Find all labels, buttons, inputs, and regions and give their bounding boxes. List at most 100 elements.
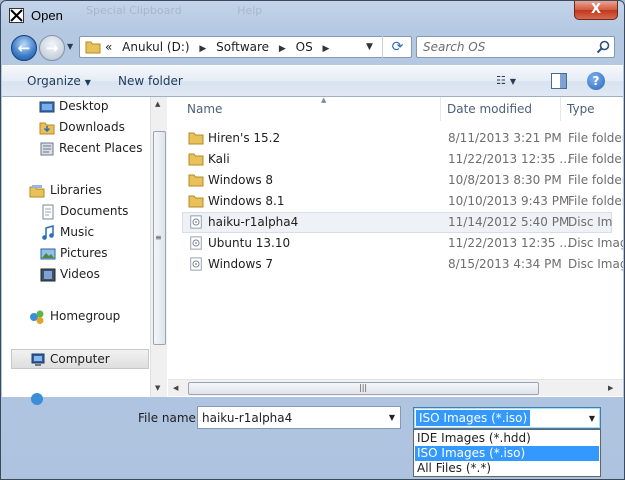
file-name-combobox[interactable]: ▼ (197, 406, 401, 429)
disc-image-icon (190, 257, 202, 271)
scroll-up-icon[interactable]: ▲ (155, 100, 160, 108)
preview-pane-icon[interactable] (551, 73, 567, 89)
recent-locations-chevron-icon[interactable]: ▼ (67, 42, 73, 51)
column-header-name[interactable]: Name ▲ (181, 96, 441, 121)
chevron-right-icon[interactable]: ▶ (199, 44, 206, 54)
sidebar-item-desktop[interactable]: Desktop (2, 97, 149, 117)
sidebar-item-documents[interactable]: Documents (2, 202, 149, 222)
chevron-down-icon[interactable]: ▼ (389, 413, 395, 422)
back-button[interactable]: ← (11, 35, 37, 61)
scroll-down-icon[interactable]: ▼ (155, 384, 160, 392)
sidebar-item-recent-places[interactable]: Recent Places (2, 139, 149, 159)
sidebar-item-label: Homegroup (50, 309, 121, 323)
file-row[interactable]: haiku-r1alpha4 11/14/2012 5:40 PM Disc I… (182, 212, 612, 233)
search-input[interactable] (423, 40, 593, 54)
sidebar-item-label: Videos (60, 267, 100, 281)
file-date: 8/11/2013 3:21 PM (448, 131, 562, 145)
file-date: 11/22/2013 12:35 ... (448, 152, 571, 166)
recent-places-icon (40, 142, 54, 156)
title-bar[interactable]: Open Special Clipboard Help X (1, 1, 624, 31)
background-menu: Special Clipboard Help (86, 4, 314, 17)
search-box[interactable] (416, 36, 615, 58)
file-row[interactable]: Kali 11/22/2013 12:35 ... File folder (168, 149, 623, 170)
chevron-right-icon[interactable]: ▶ (323, 44, 330, 54)
file-row[interactable]: Windows 8 10/8/2013 8:30 PM File folder (168, 170, 623, 191)
file-date: 10/8/2013 8:30 PM (448, 173, 562, 187)
file-row[interactable]: Hiren's 15.2 8/11/2013 3:21 PM File fold… (168, 128, 623, 149)
new-folder-button[interactable]: New folder (118, 74, 183, 88)
sidebar-item-downloads[interactable]: Downloads (2, 118, 149, 138)
ghost-menu-item: Special Clipboard (86, 4, 182, 17)
file-date: 8/15/2013 4:34 PM (448, 257, 562, 271)
desktop-icon (39, 101, 55, 113)
column-header-type[interactable]: Type (561, 97, 623, 121)
sidebar-item-label: Computer (50, 352, 110, 366)
view-details-icon: ☷ (496, 74, 506, 87)
help-icon[interactable]: ? (587, 72, 605, 90)
pictures-icon (40, 248, 56, 260)
sidebar-item-computer[interactable]: Computer (11, 349, 149, 369)
file-name: haiku-r1alpha4 (208, 215, 299, 229)
grip-icon: ≡ (155, 233, 162, 242)
file-name: Windows 8.1 (208, 194, 285, 208)
chevron-right-icon[interactable]: ▶ (279, 44, 286, 54)
sidebar-item-videos[interactable]: Videos (2, 265, 149, 285)
breadcrumb: « Anukul (D:) ▶ Software ▶ OS ▶ (105, 40, 335, 54)
file-row[interactable]: Windows 8.1 10/10/2013 9:43 PM File fold… (168, 191, 623, 212)
file-row[interactable]: Ubuntu 13.10 11/22/2013 12:35 ... Disc I… (168, 233, 623, 254)
sidebar-item-label: Pictures (60, 246, 108, 260)
chevron-down-icon: ▼ (84, 78, 91, 87)
homegroup-icon (30, 310, 44, 324)
file-row[interactable]: Windows 7 8/15/2013 4:34 PM Disc Image F… (168, 254, 623, 275)
file-date: 11/14/2012 5:40 PM (448, 215, 570, 229)
file-name-label: File name: (138, 411, 200, 425)
folder-icon (188, 132, 204, 145)
file-type: File folder (568, 152, 623, 166)
file-list: Name ▲ Date modified Type Hiren's 15.2 8… (168, 96, 623, 397)
file-type: File folder (568, 194, 623, 208)
organize-button[interactable]: Organize ▼ (27, 74, 91, 88)
file-name: Hiren's 15.2 (208, 131, 281, 145)
sidebar-item-label: Libraries (50, 183, 102, 197)
column-label: Name (187, 102, 223, 116)
change-view-button[interactable]: ☷ ▼ (496, 74, 532, 90)
breadcrumb-item[interactable]: Anukul (D:) (122, 40, 189, 54)
sidebar-scrollbar[interactable]: ▲ ≡ ▼ (150, 97, 167, 397)
breadcrumb-overflow[interactable]: « (105, 40, 112, 54)
downloads-folder-icon (39, 122, 55, 135)
address-dropdown-chevron-icon[interactable]: ▼ (366, 42, 373, 52)
sidebar-item-label: Music (60, 225, 95, 239)
file-type-selected: ISO Images (*.iso) (416, 410, 531, 426)
address-bar[interactable]: « Anukul (D:) ▶ Software ▶ OS ▶ ▼ ⟳ (79, 36, 412, 58)
search-icon[interactable] (596, 40, 610, 54)
folder-icon (188, 153, 204, 166)
window-title: Open (31, 8, 63, 23)
file-name-input[interactable] (202, 411, 382, 425)
forward-button[interactable]: → (39, 35, 65, 61)
chevron-down-icon[interactable]: ▼ (589, 414, 595, 423)
breadcrumb-item[interactable]: OS (296, 40, 313, 54)
sidebar-item-libraries[interactable]: Libraries (2, 181, 149, 201)
file-type-option[interactable]: ISO Images (*.iso) (415, 446, 599, 461)
documents-icon (42, 204, 54, 220)
column-header-date[interactable]: Date modified (441, 97, 561, 121)
file-type: Disc Image File (568, 236, 623, 250)
sidebar-item-music[interactable]: Music (2, 223, 149, 243)
sidebar-item-label: Desktop (59, 99, 109, 113)
file-type-option[interactable]: All Files (*.*) (415, 461, 599, 476)
refresh-icon[interactable]: ⟳ (382, 36, 412, 58)
breadcrumb-item[interactable]: Software (216, 40, 269, 54)
scrollbar-thumb[interactable]: ||| (188, 382, 539, 395)
sidebar-item-homegroup[interactable]: Homegroup (2, 307, 149, 327)
sidebar-item-pictures[interactable]: Pictures (2, 244, 149, 264)
scroll-right-icon[interactable]: ▶ (608, 384, 613, 392)
close-button[interactable]: X (574, 1, 618, 20)
file-type-option[interactable]: IDE Images (*.hdd) (415, 431, 599, 446)
folder-icon (188, 174, 204, 187)
file-type-select[interactable]: ISO Images (*.iso) ▼ (413, 407, 601, 429)
sidebar-item-label: Downloads (59, 120, 125, 134)
horizontal-scrollbar[interactable]: ◀ ||| ▶ (168, 379, 623, 396)
file-type: Disc Image File (568, 215, 612, 229)
scroll-left-icon[interactable]: ◀ (173, 384, 178, 392)
sidebar-item-network-partial[interactable] (2, 389, 149, 409)
